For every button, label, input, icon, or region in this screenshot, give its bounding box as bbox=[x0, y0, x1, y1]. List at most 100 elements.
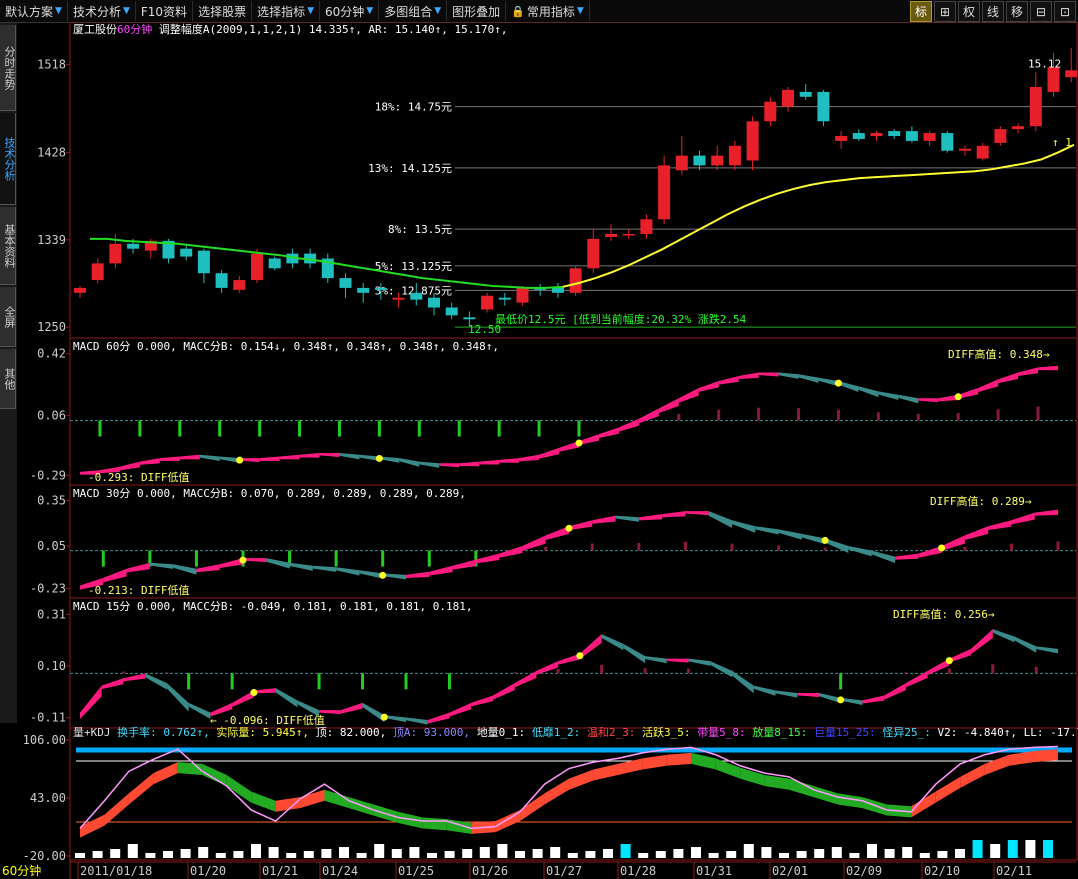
volume-bar bbox=[145, 853, 156, 858]
kdj-ribbon-segment bbox=[569, 769, 594, 790]
toolbar-item-3[interactable]: 选择股票 bbox=[193, 1, 253, 21]
volume-bar bbox=[462, 849, 473, 858]
candle-body bbox=[605, 234, 617, 237]
volume-bar bbox=[972, 840, 983, 858]
macd-diff-segment bbox=[601, 634, 624, 651]
macd-diff-segment bbox=[738, 372, 759, 380]
toolbar-item-7[interactable]: 图形叠加 bbox=[447, 1, 507, 21]
macd-diff-segment bbox=[971, 629, 993, 655]
macd-diff-segment bbox=[259, 456, 280, 462]
level-label: 8%: 13.5元 bbox=[388, 223, 452, 236]
candle-body bbox=[215, 273, 228, 288]
macd-diff-segment bbox=[499, 546, 523, 558]
macd-diff-segment bbox=[688, 658, 711, 666]
candle-body bbox=[905, 131, 918, 141]
macd-marker-dot bbox=[938, 544, 946, 552]
kdj-header-span: 带量5_8: bbox=[697, 726, 752, 739]
volume-bar bbox=[532, 849, 543, 858]
kdj-y-label: -20.00 bbox=[23, 849, 66, 863]
macd-y-label: 0.31 bbox=[37, 607, 66, 621]
macd-diff-segment bbox=[279, 454, 300, 460]
kdj-ribbon-segment bbox=[1033, 749, 1058, 763]
toolbar-item-2[interactable]: F10资料 bbox=[136, 1, 194, 21]
macd-diff-segment bbox=[753, 685, 776, 696]
volume-bar bbox=[515, 851, 525, 858]
macd-diff-segment bbox=[299, 453, 320, 458]
period-label[interactable]: 60分钟 bbox=[2, 862, 42, 879]
volume-bar bbox=[356, 853, 367, 858]
toolbar-item-6[interactable]: 多图组合 ▼ bbox=[379, 1, 448, 21]
macd-diff-segment bbox=[471, 695, 493, 707]
macd-diff-segment bbox=[755, 526, 779, 535]
header-span: 厦工股份 bbox=[73, 23, 117, 36]
macd-diff-segment bbox=[196, 564, 220, 573]
dropdown-arrow-icon: ▼ bbox=[55, 6, 62, 16]
macd-diff-segment bbox=[818, 693, 841, 704]
candle-body bbox=[976, 145, 989, 159]
macd-marker-dot bbox=[375, 454, 383, 462]
volume-bar bbox=[479, 847, 490, 858]
toolbar-item-0[interactable]: 默认方案 ▼ bbox=[0, 1, 68, 21]
toolbar-right-button-4[interactable]: 移 bbox=[1006, 1, 1028, 22]
kdj-ribbon-segment bbox=[251, 791, 276, 812]
macd-diff-segment bbox=[145, 673, 167, 690]
macd-diff-segment bbox=[778, 372, 799, 379]
toolbar-item-5[interactable]: 60分钟 ▼ bbox=[320, 1, 380, 21]
kdj-ribbon-segment bbox=[128, 773, 154, 805]
macd-diff-segment bbox=[798, 374, 819, 383]
toolbar-item-4[interactable]: 选择指标 ▼ bbox=[252, 1, 321, 21]
chart-area[interactable]: 1518 1428 1339 1250 18%: 14.75元 13%: 14.125元 8… bbox=[0, 22, 1078, 879]
macd-diff-segment bbox=[539, 447, 560, 459]
macd-diff-segment bbox=[685, 511, 709, 516]
candle-body bbox=[764, 101, 777, 122]
macd-diff-segment bbox=[615, 515, 639, 522]
macd-diff-segment bbox=[275, 688, 298, 708]
kdj-header-span: 换手率: 0.762↑, bbox=[117, 725, 216, 739]
volume-bar bbox=[198, 847, 209, 858]
macd-diff-segment bbox=[658, 398, 679, 414]
macd-y-label: 0.35 bbox=[37, 494, 66, 508]
candle-body bbox=[463, 317, 476, 320]
candle-body bbox=[799, 91, 812, 97]
candle-body bbox=[445, 307, 458, 316]
toolbar-right-button-5[interactable]: ⊟ bbox=[1030, 1, 1052, 22]
candle-body bbox=[516, 287, 529, 303]
macd-diff-segment bbox=[988, 520, 1012, 531]
macd-high-label: DIFF高值: 0.289→ bbox=[930, 494, 1032, 508]
volume-bar bbox=[251, 844, 261, 858]
candle-body bbox=[1029, 87, 1042, 127]
candle-body bbox=[923, 133, 936, 141]
macd-diff-segment bbox=[598, 427, 619, 439]
toolbar-right-button-1[interactable]: ⊞ bbox=[934, 1, 956, 22]
toolbar-item-1[interactable]: 技术分析 ▼ bbox=[68, 1, 136, 21]
toolbar-right-button-6[interactable]: ⊡ bbox=[1054, 1, 1076, 22]
kdj-header-span: 巨量15_25: bbox=[814, 726, 882, 739]
macd-diff-segment bbox=[708, 511, 732, 528]
kdj-ribbon-segment bbox=[153, 762, 178, 785]
macd-diff-segment bbox=[1018, 367, 1039, 377]
toolbar-right-button-0[interactable]: 标 bbox=[910, 1, 932, 22]
macd-diff-segment bbox=[179, 454, 200, 460]
macd-y-label: -0.23 bbox=[30, 581, 66, 595]
macd-diff-segment bbox=[662, 511, 686, 518]
volume-bar bbox=[268, 847, 279, 858]
candle-body bbox=[711, 155, 724, 166]
toolbar-right-button-3[interactable]: 线 bbox=[982, 1, 1004, 22]
macd-high-label: DIFF高值: 0.256→ bbox=[893, 607, 995, 621]
kdj-header-span: 低靡1_2: bbox=[532, 725, 587, 739]
macd-diff-segment bbox=[439, 463, 460, 468]
kdj-y-label: 43.00 bbox=[30, 791, 66, 805]
macd-marker-dot bbox=[837, 696, 845, 704]
volume-bar bbox=[427, 853, 437, 858]
candle-body bbox=[392, 297, 405, 300]
toolbar-right-button-2[interactable]: 权 bbox=[958, 1, 980, 22]
volume-bar bbox=[867, 844, 877, 858]
candle-body bbox=[109, 243, 122, 264]
macd-diff-segment bbox=[119, 461, 140, 471]
macd-diff-segment bbox=[710, 661, 732, 678]
volume-bar bbox=[409, 847, 420, 858]
kdj-ribbon-segment bbox=[862, 797, 887, 816]
macd-diff-segment bbox=[336, 567, 360, 576]
volume-bar bbox=[955, 849, 965, 858]
toolbar-item-8[interactable]: 🔒 常用指标 ▼ bbox=[506, 1, 590, 21]
